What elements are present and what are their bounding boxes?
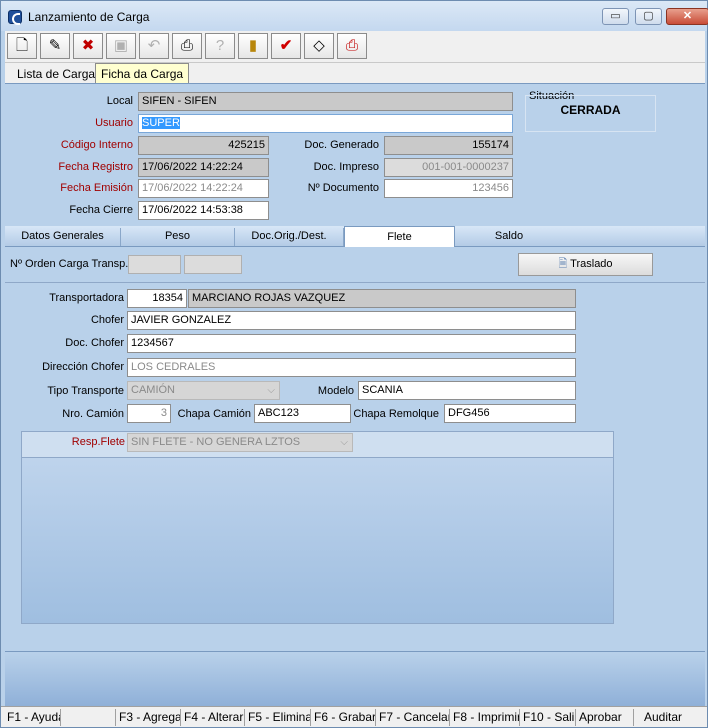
shortcut-f1[interactable]: F1 - Ayuda bbox=[4, 709, 61, 726]
resp-flete-panel: Resp.Flete SIN FLETE - NO GENERA LZTOS ⌵ bbox=[21, 431, 614, 624]
edit-document-icon[interactable]: ✎ bbox=[40, 33, 70, 59]
app-logo-icon bbox=[8, 10, 22, 25]
shortcut-aprobar[interactable]: Aprobar bbox=[576, 709, 634, 726]
doc-chofer-field[interactable]: 1234567 bbox=[127, 334, 576, 353]
main-tabs: Lista de Cargas Ficha da Carga bbox=[5, 63, 705, 84]
maximize-button[interactable]: ▢ bbox=[635, 8, 662, 25]
document-icon: 🗎 bbox=[558, 258, 571, 270]
new-document-icon[interactable]: 🗋 bbox=[7, 33, 37, 59]
shortcut-f4[interactable]: F4 - Alterar bbox=[181, 709, 245, 726]
tab-ficha-da-carga[interactable]: Ficha da Carga bbox=[95, 63, 190, 84]
help-icon[interactable]: ? bbox=[205, 33, 235, 59]
main-window: Lanzamiento de Carga ▭ ▢ ✕ 🗋 ✎ ✖ ▣ ↶ ⎙ ?… bbox=[0, 0, 708, 728]
exit-door-icon[interactable]: ▮ bbox=[238, 33, 268, 59]
traslado-button[interactable]: 🗎 Traslado bbox=[518, 253, 653, 276]
window-title: Lanzamiento de Carga bbox=[28, 10, 150, 24]
doc-generado-label: Doc. Generado bbox=[304, 139, 379, 151]
chapa-remolque-label: Chapa Remolque bbox=[353, 408, 439, 420]
eraser-icon[interactable]: ◇ bbox=[304, 33, 334, 59]
chapa-remolque-field[interactable]: DFG456 bbox=[444, 404, 576, 423]
fecha-emision-label: Fecha Emisión bbox=[60, 182, 133, 194]
save-disk-icon[interactable]: ▣ bbox=[106, 33, 136, 59]
resp-flete-value: SIN FLETE - NO GENERA LZTOS bbox=[131, 436, 301, 448]
chapa-camion-field[interactable]: ABC123 bbox=[254, 404, 351, 423]
direccion-chofer-label: Dirección Chofer bbox=[42, 361, 124, 373]
confirm-check-icon[interactable]: ✔ bbox=[271, 33, 301, 59]
undo-icon[interactable]: ↶ bbox=[139, 33, 169, 59]
nro-documento-label: Nº Documento bbox=[307, 182, 379, 194]
nro-camion-label: Nro. Camión bbox=[62, 408, 124, 420]
usuario-field[interactable]: SUPER bbox=[138, 114, 513, 133]
transportadora-label: Transportadora bbox=[49, 292, 124, 304]
local-field[interactable]: SIFEN - SIFEN bbox=[138, 92, 513, 111]
chevron-down-icon: ⌵ bbox=[267, 385, 275, 396]
fecha-emision-field[interactable]: 17/06/2022 14:22:24 bbox=[138, 179, 269, 198]
doc-impreso-field[interactable]: 001-001-0000237 bbox=[384, 158, 513, 177]
codigo-interno-label: Código Interno bbox=[60, 139, 133, 151]
minimize-button[interactable]: ▭ bbox=[602, 8, 629, 25]
chevron-down-icon: ⌵ bbox=[340, 437, 348, 448]
transportadora-name-field[interactable]: MARCIANO ROJAS VAZQUEZ bbox=[188, 289, 576, 308]
shortcut-f7[interactable]: F7 - Cancelar bbox=[376, 709, 450, 726]
traslado-label: Traslado bbox=[570, 258, 613, 270]
resp-flete-label: Resp.Flete bbox=[71, 436, 125, 448]
shortcut-f8[interactable]: F8 - Imprimir bbox=[450, 709, 520, 726]
fecha-registro-field[interactable]: 17/06/2022 14:22:24 bbox=[138, 158, 269, 177]
usuario-label: Usuario bbox=[95, 117, 133, 129]
shortcut-f5[interactable]: F5 - Eliminar bbox=[245, 709, 311, 726]
shortcut-f10[interactable]: F10 - Salir bbox=[520, 709, 576, 726]
transportadora-code-field[interactable]: 18354 bbox=[127, 289, 187, 308]
fecha-cierre-field[interactable]: 17/06/2022 14:53:38 bbox=[138, 201, 269, 220]
situacion-box: CERRADA bbox=[525, 95, 656, 132]
tab-lista-de-cargas[interactable]: Lista de Cargas bbox=[11, 65, 107, 84]
chapa-camion-label: Chapa Camión bbox=[177, 408, 251, 420]
tab-peso[interactable]: Peso bbox=[121, 228, 235, 246]
chofer-field[interactable]: JAVIER GONZALEZ bbox=[127, 311, 576, 330]
print-preview-icon[interactable]: ⎙ bbox=[337, 33, 367, 59]
tab-flete[interactable]: Flete bbox=[344, 226, 455, 247]
doc-generado-field[interactable]: 155174 bbox=[384, 136, 513, 155]
local-label: Local bbox=[106, 95, 133, 107]
lower-panel bbox=[5, 651, 705, 706]
tab-doc-orig-dest[interactable]: Doc.Orig./Dest. bbox=[235, 228, 344, 246]
tab-saldo[interactable]: Saldo bbox=[455, 228, 563, 246]
printer-icon[interactable]: ⎙ bbox=[172, 33, 202, 59]
nro-camion-field[interactable]: 3 bbox=[127, 404, 171, 423]
header-panel: Local SIFEN - SIFEN Usuario SUPER Código… bbox=[5, 83, 705, 226]
modelo-field[interactable]: SCANIA bbox=[358, 381, 576, 400]
status-bar: F1 - Ayuda F3 - Agregar F4 - Alterar F5 … bbox=[1, 706, 707, 727]
orden-carga-field-1[interactable] bbox=[128, 255, 181, 274]
situacion-value: CERRADA bbox=[560, 103, 621, 117]
fecha-cierre-label: Fecha Cierre bbox=[69, 204, 133, 216]
orden-carga-label: Nº Orden Carga Transp. bbox=[10, 258, 129, 270]
doc-chofer-label: Doc. Chofer bbox=[65, 337, 124, 349]
delete-document-icon[interactable]: ✖ bbox=[73, 33, 103, 59]
close-button[interactable]: ✕ bbox=[666, 8, 708, 25]
shortcut-f6[interactable]: F6 - Grabar bbox=[311, 709, 376, 726]
resp-flete-select[interactable]: SIN FLETE - NO GENERA LZTOS ⌵ bbox=[127, 433, 353, 452]
tab-datos-generales[interactable]: Datos Generales bbox=[5, 228, 121, 246]
shortcut-f3[interactable]: F3 - Agregar bbox=[116, 709, 181, 726]
resp-flete-header: Resp.Flete SIN FLETE - NO GENERA LZTOS ⌵ bbox=[22, 432, 613, 458]
tipo-transporte-select[interactable]: CAMIÓN ⌵ bbox=[127, 381, 280, 400]
codigo-interno-field[interactable]: 425215 bbox=[138, 136, 269, 155]
title-bar: Lanzamiento de Carga ▭ ▢ ✕ bbox=[1, 1, 708, 31]
shortcut-auditar[interactable]: Auditar bbox=[634, 709, 704, 726]
direccion-chofer-field[interactable]: LOS CEDRALES bbox=[127, 358, 576, 377]
separator bbox=[5, 282, 705, 283]
usuario-value: SUPER bbox=[142, 117, 180, 129]
modelo-label: Modelo bbox=[317, 385, 354, 397]
shortcut-blank bbox=[61, 709, 116, 726]
tipo-transporte-value: CAMIÓN bbox=[131, 384, 175, 396]
fecha-registro-label: Fecha Registro bbox=[58, 161, 133, 173]
toolbar: 🗋 ✎ ✖ ▣ ↶ ⎙ ? ▮ ✔ ◇ ⎙ bbox=[5, 31, 705, 63]
tipo-transporte-label: Tipo Transporte bbox=[47, 385, 124, 397]
doc-impreso-label: Doc. Impreso bbox=[313, 161, 379, 173]
nro-documento-field[interactable]: 123456 bbox=[384, 179, 513, 198]
orden-carga-field-2[interactable] bbox=[184, 255, 242, 274]
chofer-label: Chofer bbox=[90, 314, 124, 326]
sub-tabs: Datos Generales Peso Doc.Orig./Dest. Fle… bbox=[5, 226, 705, 247]
